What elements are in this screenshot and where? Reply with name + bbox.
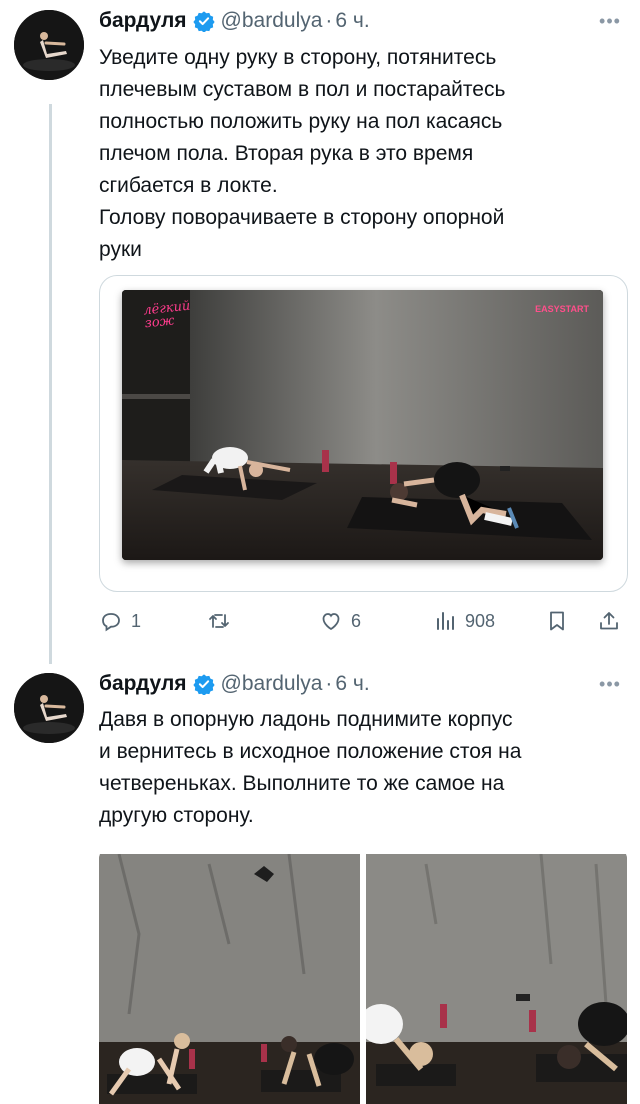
tweet-timestamp[interactable]: 6 ч. — [335, 9, 369, 33]
user-handle[interactable]: @bardulya — [221, 9, 323, 33]
show-logo: лёгкий зож — [142, 298, 192, 332]
video-still — [122, 290, 603, 560]
more-icon[interactable]: ••• — [598, 672, 622, 696]
bookmark-icon — [550, 611, 564, 631]
thread-connector-line — [49, 104, 52, 664]
like-count: 6 — [351, 610, 362, 631]
more-icon[interactable]: ••• — [598, 9, 622, 33]
views-button[interactable]: 908 — [433, 604, 495, 638]
avatar[interactable] — [14, 10, 84, 80]
tweet-action-bar: 1 6 908 — [99, 604, 627, 638]
reply-button[interactable]: 1 — [99, 604, 141, 638]
video-card[interactable]: лёгкий зож EASYSTART — [99, 275, 628, 592]
brand-watermark: EASYSTART — [535, 304, 589, 314]
avatar-image — [14, 673, 84, 743]
tweet-header: бардуля @bardulya · 6 ч. — [99, 668, 370, 700]
tweet-text: Уведите одну руку в сторону, потянитесь … — [99, 46, 506, 261]
tweet-text: Давя в опорную ладонь поднимите корпус и… — [99, 708, 522, 827]
tweet-timestamp[interactable]: 6 ч. — [335, 672, 369, 696]
heart-icon — [322, 613, 340, 631]
retweet-icon — [209, 614, 229, 628]
avatar[interactable] — [14, 673, 84, 743]
photo-2-image — [366, 854, 627, 1104]
photo-2[interactable] — [366, 854, 627, 1104]
header-separator: · — [325, 672, 333, 695]
share-icon — [600, 612, 618, 630]
views-count: 908 — [465, 610, 496, 631]
tweet-header: бардуля @bardulya · 6 ч. — [99, 5, 370, 37]
photo-1[interactable] — [99, 854, 360, 1104]
header-separator: · — [325, 9, 333, 32]
photo-grid — [99, 842, 627, 1104]
video-player[interactable]: лёгкий зож EASYSTART — [122, 290, 603, 560]
retweet-button[interactable] — [207, 604, 239, 638]
user-handle[interactable]: @bardulya — [221, 672, 323, 696]
views-icon — [437, 612, 454, 630]
verified-badge-icon — [192, 10, 215, 32]
like-button[interactable]: 6 — [319, 604, 361, 638]
display-name[interactable]: бардуля — [99, 9, 187, 33]
reply-count: 1 — [131, 610, 142, 631]
reply-icon — [102, 613, 120, 632]
verified-badge-icon — [192, 673, 215, 695]
share-button[interactable] — [597, 604, 629, 638]
photo-1-image — [99, 854, 360, 1104]
bookmark-button[interactable] — [545, 604, 577, 638]
avatar-image — [14, 10, 84, 80]
display-name[interactable]: бардуля — [99, 672, 187, 696]
